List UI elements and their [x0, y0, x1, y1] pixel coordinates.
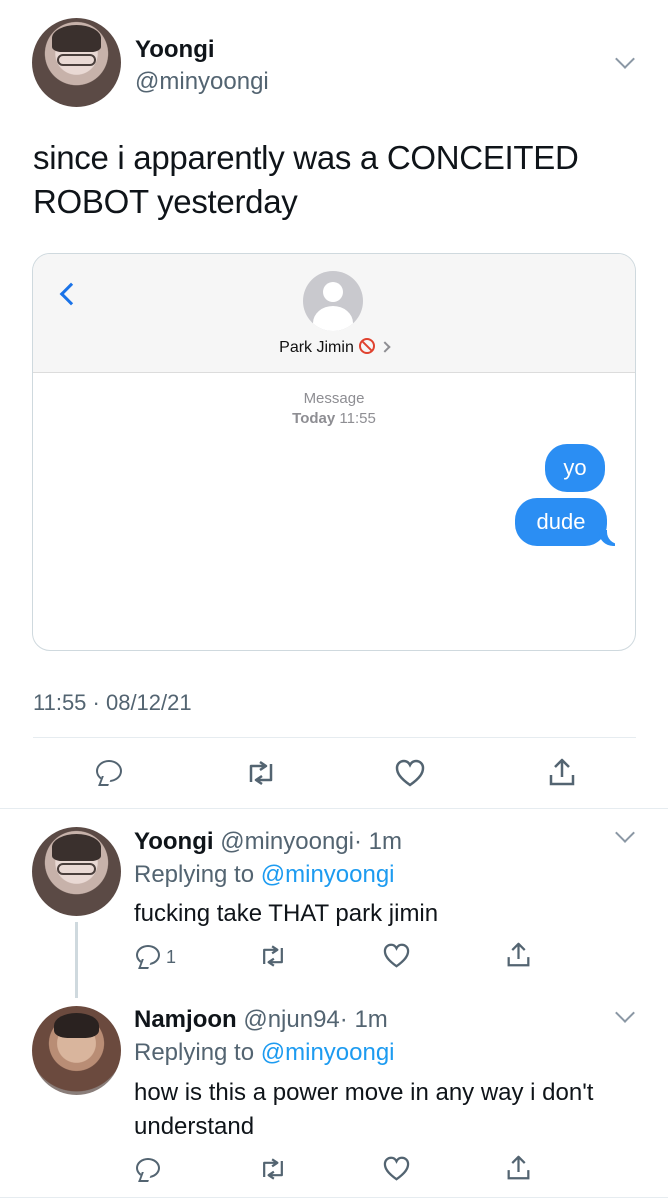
replying-to-link[interactable]: @minyoongi [261, 1039, 395, 1066]
author-avatar[interactable] [32, 18, 121, 107]
tweet-text-line1: since i apparently was a CONCEITED [33, 139, 579, 176]
chevron-down-icon[interactable] [615, 1003, 635, 1023]
reply-count: 1 [166, 947, 177, 967]
message-label: Message [303, 390, 365, 407]
message-timestamp: Today 11:55 [33, 410, 635, 427]
reply-icon[interactable] [136, 945, 160, 965]
tweet-text-line2: ROBOT yesterday [33, 183, 298, 220]
replying-prefix: Replying to [134, 861, 255, 888]
share-icon[interactable] [506, 941, 531, 968]
reply-time[interactable]: · 1m [340, 1006, 388, 1033]
contact-name-row: Park Jimin [33, 338, 635, 357]
chevron-right-icon [379, 341, 391, 353]
contact-name: Park Jimin [279, 339, 354, 356]
reply-avatar[interactable] [32, 1006, 121, 1095]
reply-text: fucking take THAT park jimin [134, 900, 439, 927]
reply-icon[interactable] [136, 1158, 160, 1178]
reply-text-line1: how is this a power move in any way i do… [134, 1079, 594, 1106]
divider [33, 737, 636, 738]
bubble-tail [599, 524, 621, 546]
replying-to-link[interactable]: @minyoongi [261, 861, 395, 888]
share-icon[interactable] [548, 757, 576, 787]
replying-to: Replying to @minyoongi [134, 1036, 395, 1069]
contact-avatar-icon [303, 271, 363, 331]
author-handle[interactable]: @minyoongi [135, 68, 269, 96]
reply-author-name[interactable]: Namjoon [134, 1006, 237, 1033]
message-day: Today [292, 410, 336, 427]
reply-time[interactable]: · 1m [354, 828, 402, 855]
blocked-icon [358, 338, 375, 354]
divider [0, 1197, 668, 1198]
heart-icon[interactable] [395, 759, 425, 787]
reply-author-handle[interactable]: @minyoongi [220, 828, 354, 855]
author-name[interactable]: Yoongi [135, 36, 215, 64]
retweet-icon[interactable] [258, 1157, 288, 1181]
reply-icon[interactable] [96, 760, 122, 782]
chevron-left-icon [59, 282, 83, 306]
divider [0, 808, 668, 809]
heart-icon[interactable] [383, 1156, 411, 1182]
message-time: 11:55 [339, 410, 376, 427]
chevron-down-icon[interactable] [615, 823, 635, 843]
heart-icon[interactable] [383, 943, 411, 969]
imessage-header: Park Jimin [33, 254, 635, 373]
replying-to: Replying to @minyoongi [134, 858, 395, 891]
reply-avatar[interactable] [32, 827, 121, 916]
share-icon[interactable] [506, 1154, 531, 1181]
reply-author-handle[interactable]: @njun94 [243, 1006, 339, 1033]
reply-header: Yoongi @minyoongi· 1m [134, 825, 402, 858]
retweet-icon[interactable] [258, 944, 288, 968]
tweet-text: since i apparently was a CONCEITED ROBOT… [33, 136, 643, 224]
chevron-down-icon[interactable] [615, 49, 635, 69]
message-bubble: yo [545, 444, 605, 492]
attached-image[interactable]: Park Jimin Message Today 11:55 yo dude [32, 253, 636, 651]
reply-header: Namjoon @njun94· 1m [134, 1003, 388, 1036]
thread-line [75, 922, 78, 998]
message-bubble: dude [515, 498, 607, 546]
reply-text-line2: understand [134, 1113, 255, 1140]
retweet-icon[interactable] [244, 760, 278, 786]
replying-prefix: Replying to [134, 1039, 255, 1066]
reply-author-name[interactable]: Yoongi [134, 828, 214, 855]
tweet-timestamp[interactable]: 11:55 · 08/12/21 [33, 690, 192, 716]
